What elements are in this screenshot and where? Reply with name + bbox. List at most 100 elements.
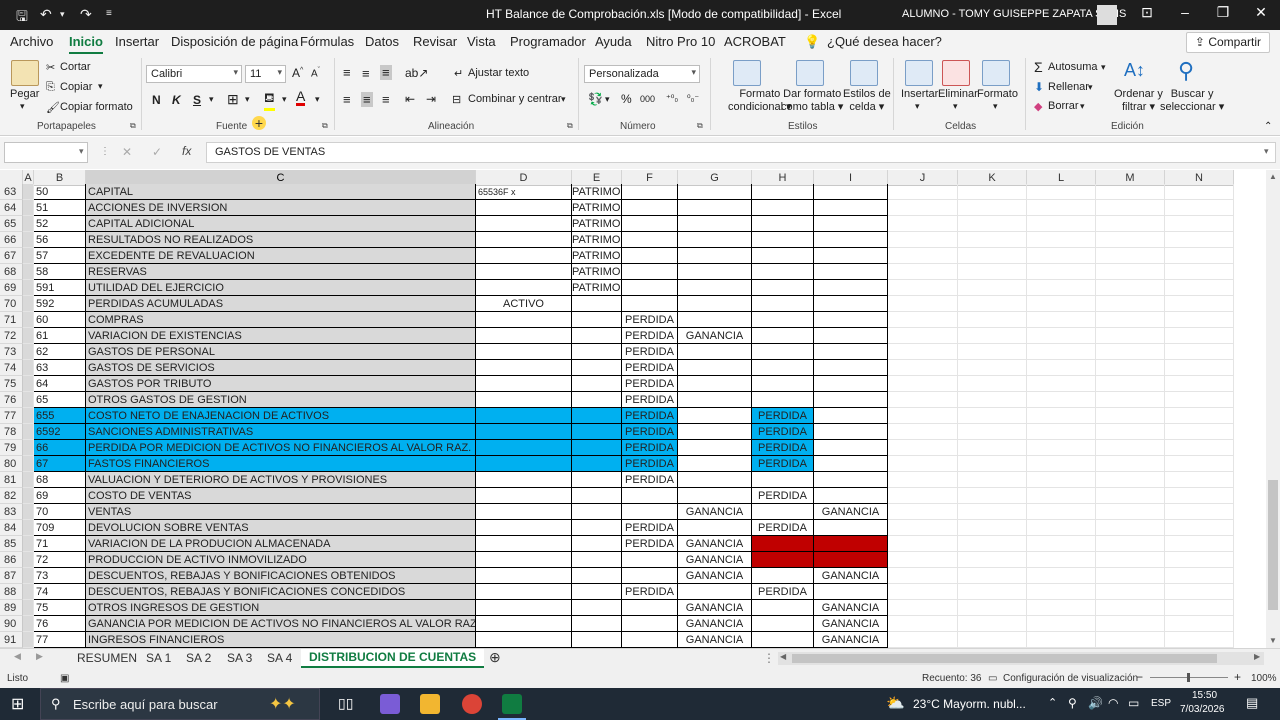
- cell-m80[interactable]: [1096, 456, 1165, 472]
- cell-l72[interactable]: [1027, 328, 1096, 344]
- cell-h66[interactable]: [752, 232, 814, 248]
- row-header[interactable]: 65: [0, 216, 23, 232]
- sheet-tab-sa3[interactable]: SA 3: [227, 651, 252, 665]
- cell-e82[interactable]: [572, 488, 622, 504]
- cell-j69[interactable]: [888, 280, 958, 296]
- cell-k88[interactable]: [958, 584, 1027, 600]
- cell-m89[interactable]: [1096, 600, 1165, 616]
- clock-time[interactable]: 15:50: [1192, 690, 1217, 701]
- align-middle-icon[interactable]: ≡: [362, 66, 370, 81]
- row-header[interactable]: 85: [0, 536, 23, 552]
- cell-b74[interactable]: 63: [34, 360, 86, 376]
- cell-a74[interactable]: [23, 360, 34, 376]
- font-color-icon[interactable]: A: [296, 89, 306, 106]
- cell-k91[interactable]: [958, 632, 1027, 648]
- autosum-button[interactable]: Autosuma: [1048, 61, 1098, 73]
- row-header[interactable]: 77: [0, 408, 23, 424]
- delete-cells-icon[interactable]: [942, 60, 970, 86]
- cell-d74[interactable]: [476, 360, 572, 376]
- cell-l83[interactable]: [1027, 504, 1096, 520]
- align-left-icon[interactable]: ≡: [343, 92, 351, 107]
- cell-e68[interactable]: PATRIMONIO: [572, 264, 622, 280]
- cell-l85[interactable]: [1027, 536, 1096, 552]
- cell-i87[interactable]: GANANCIA: [814, 568, 888, 584]
- cell-c66[interactable]: RESULTADOS NO REALIZADOS: [86, 232, 476, 248]
- cell-c65[interactable]: CAPITAL ADICIONAL: [86, 216, 476, 232]
- cell-g80[interactable]: [678, 456, 752, 472]
- cell-m73[interactable]: [1096, 344, 1165, 360]
- cell-j87[interactable]: [888, 568, 958, 584]
- cell-f65[interactable]: [622, 216, 678, 232]
- cell-g83[interactable]: GANANCIA: [678, 504, 752, 520]
- insert-cells-icon[interactable]: [905, 60, 933, 86]
- paste-dropdown-icon[interactable]: ▾: [20, 101, 25, 112]
- cell-f73[interactable]: PERDIDA: [622, 344, 678, 360]
- cell-e77[interactable]: [572, 408, 622, 424]
- cell-d84[interactable]: [476, 520, 572, 536]
- cell-d87[interactable]: [476, 568, 572, 584]
- cell-d73[interactable]: [476, 344, 572, 360]
- conditional-format-icon[interactable]: [733, 60, 761, 86]
- cell-a84[interactable]: [23, 520, 34, 536]
- worksheet-grid[interactable]: ABCDEFGHIJKLMN 63 50 CAPITAL 65536F x PATRIM…: [0, 170, 1266, 648]
- cell-n69[interactable]: [1165, 280, 1234, 296]
- cell-h69[interactable]: [752, 280, 814, 296]
- cell-e85[interactable]: [572, 536, 622, 552]
- cell-e91[interactable]: [572, 632, 622, 648]
- volume-icon[interactable]: 🔊: [1088, 696, 1103, 710]
- undo-icon[interactable]: ↶: [40, 6, 52, 23]
- cell-d88[interactable]: [476, 584, 572, 600]
- cell-a86[interactable]: [23, 552, 34, 568]
- cell-l64[interactable]: [1027, 200, 1096, 216]
- cell-h63[interactable]: [752, 184, 814, 200]
- cell-f79[interactable]: PERDIDA: [622, 440, 678, 456]
- row-header[interactable]: 79: [0, 440, 23, 456]
- cell-c90[interactable]: GANANCIA POR MEDICION DE ACTIVOS NO FINA…: [86, 616, 476, 632]
- delete-dropdown-icon[interactable]: ▾: [953, 101, 958, 112]
- cell-e78[interactable]: [572, 424, 622, 440]
- cell-n71[interactable]: [1165, 312, 1234, 328]
- cell-k76[interactable]: [958, 392, 1027, 408]
- cell-m64[interactable]: [1096, 200, 1165, 216]
- cell-c82[interactable]: COSTO DE VENTAS: [86, 488, 476, 504]
- cell-l78[interactable]: [1027, 424, 1096, 440]
- cell-a87[interactable]: [23, 568, 34, 584]
- cell-k72[interactable]: [958, 328, 1027, 344]
- cell-e75[interactable]: [572, 376, 622, 392]
- cell-m78[interactable]: [1096, 424, 1165, 440]
- cell-c77[interactable]: COSTO NETO DE ENAJENACION DE ACTIVOS: [86, 408, 476, 424]
- bold-button[interactable]: N: [152, 93, 161, 107]
- cell-e66[interactable]: PATRIMONIO: [572, 232, 622, 248]
- cell-l91[interactable]: [1027, 632, 1096, 648]
- cell-n65[interactable]: [1165, 216, 1234, 232]
- fill-color-icon[interactable]: ⛾: [264, 90, 275, 111]
- sheet-tab-sa1[interactable]: SA 1: [146, 651, 171, 665]
- tray-chevron-icon[interactable]: ⌃: [1048, 696, 1057, 709]
- cell-j89[interactable]: [888, 600, 958, 616]
- cell-d71[interactable]: [476, 312, 572, 328]
- cell-c87[interactable]: DESCUENTOS, REBAJAS Y BONIFICACIONES OBT…: [86, 568, 476, 584]
- cell-b78[interactable]: 6592: [34, 424, 86, 440]
- prev-sheet-icon[interactable]: ◀: [14, 651, 21, 662]
- cell-j75[interactable]: [888, 376, 958, 392]
- cell-l79[interactable]: [1027, 440, 1096, 456]
- copilot-icon[interactable]: [380, 694, 400, 714]
- cell-m69[interactable]: [1096, 280, 1165, 296]
- cell-g70[interactable]: [678, 296, 752, 312]
- cell-f69[interactable]: [622, 280, 678, 296]
- cell-b80[interactable]: 67: [34, 456, 86, 472]
- tab-acrobat[interactable]: ACROBAT: [724, 34, 786, 49]
- cell-n64[interactable]: [1165, 200, 1234, 216]
- cell-k84[interactable]: [958, 520, 1027, 536]
- location-icon[interactable]: ⚲: [1068, 696, 1077, 710]
- cell-d63[interactable]: 65536F x: [476, 184, 572, 200]
- cell-a71[interactable]: [23, 312, 34, 328]
- cell-l81[interactable]: [1027, 472, 1096, 488]
- cell-h88[interactable]: PERDIDA: [752, 584, 814, 600]
- cell-k87[interactable]: [958, 568, 1027, 584]
- cell-i64[interactable]: [814, 200, 888, 216]
- cell-j88[interactable]: [888, 584, 958, 600]
- merge-dropdown-icon[interactable]: ▾: [561, 94, 566, 105]
- cell-d90[interactable]: [476, 616, 572, 632]
- cell-d68[interactable]: [476, 264, 572, 280]
